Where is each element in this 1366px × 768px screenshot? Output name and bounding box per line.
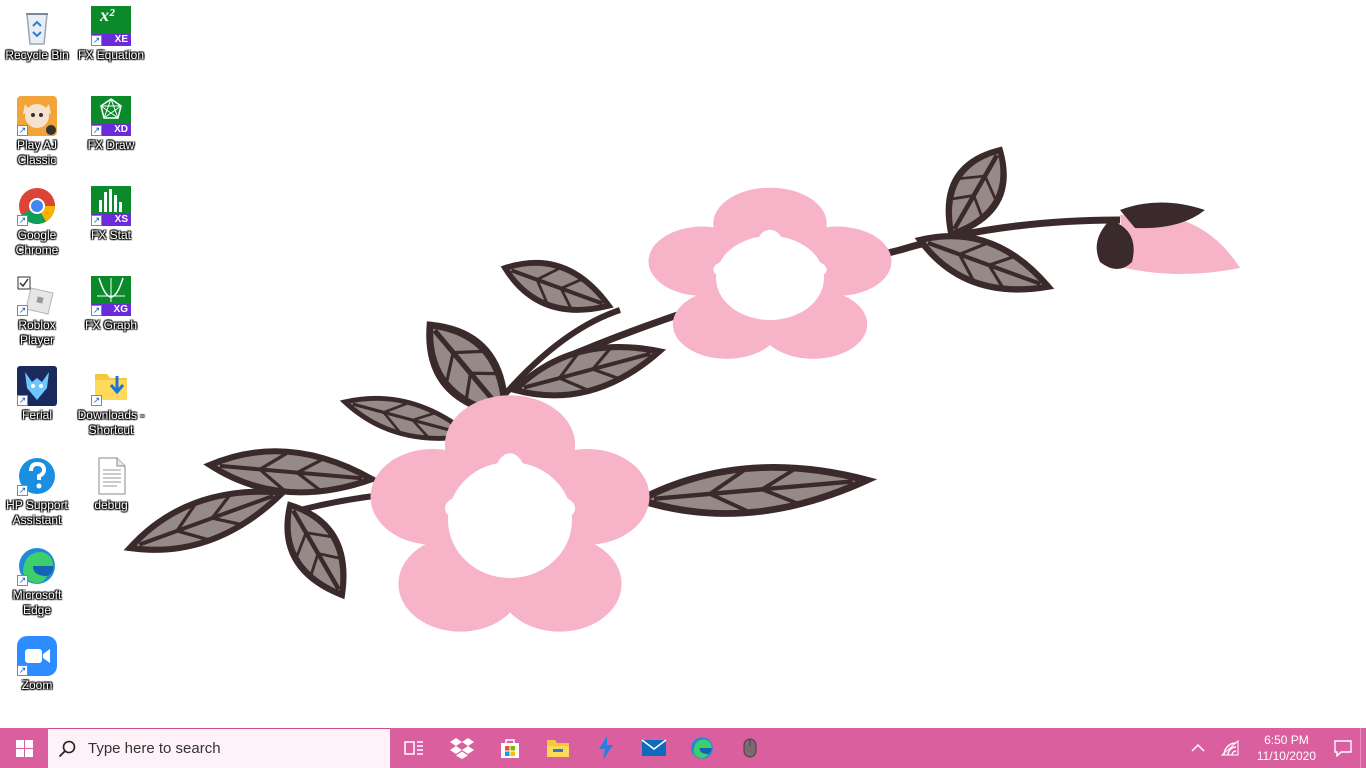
- ferial-icon: ↗: [17, 366, 57, 406]
- fx-draw-icon: XD ↗: [91, 96, 131, 136]
- animal-jam-icon: ↗: [17, 96, 57, 136]
- desktop[interactable]: Recycle Bin x² XE ↗ FX Equation ↗ Play A…: [0, 0, 1366, 728]
- dropbox-icon: [450, 738, 474, 759]
- desktop-icon-microsoft-edge[interactable]: ↗ Microsoft Edge: [0, 546, 74, 618]
- desktop-icon-fx-stat[interactable]: XS ↗ FX Stat: [74, 186, 148, 243]
- taskbar-mail[interactable]: [630, 728, 678, 768]
- desktop-icon-debug[interactable]: debug: [74, 456, 148, 513]
- taskbar: 6:50 PM 11/10/2020: [0, 728, 1366, 768]
- taskbar-dropbox[interactable]: [438, 728, 486, 768]
- desktop-icon-label: Play AJ Classic: [16, 138, 58, 167]
- folder-download-icon: ↗: [91, 366, 131, 406]
- search-icon: [58, 740, 76, 757]
- show-desktop-button[interactable]: [1360, 728, 1366, 768]
- desktop-icon-label: Roblox Player: [18, 318, 56, 347]
- desktop-icon-label: Downloads - Shortcut: [77, 408, 145, 437]
- shortcut-arrow-icon: ↗: [17, 485, 28, 496]
- desktop-icon-play-aj-classic[interactable]: ↗ Play AJ Classic: [0, 96, 74, 168]
- notification-icon: [1334, 739, 1352, 757]
- power-automate-icon: [599, 736, 613, 760]
- mouse-icon: [743, 738, 757, 758]
- desktop-icon-ferial[interactable]: ↗ Ferial: [0, 366, 74, 423]
- edge-icon: [691, 737, 713, 759]
- desktop-icon-google-chrome[interactable]: ↗ Google Chrome: [0, 186, 74, 258]
- task-view-button[interactable]: [390, 728, 438, 768]
- chrome-icon: ↗: [17, 186, 57, 226]
- network-button[interactable]: [1213, 728, 1247, 768]
- roblox-icon: ↗: [17, 276, 57, 316]
- notification-center-button[interactable]: [1326, 728, 1360, 768]
- taskbar-edge[interactable]: [678, 728, 726, 768]
- desktop-icon-label: Recycle Bin: [5, 48, 69, 62]
- zoom-icon: ↗: [17, 636, 57, 676]
- text-file-icon: [91, 456, 131, 496]
- start-button[interactable]: [0, 728, 48, 768]
- desktop-icon-hp-support-assistant[interactable]: ↗ HP Support Assistant: [0, 456, 74, 528]
- desktop-icon-downloads-shortcut[interactable]: ↗ Downloads - Shortcut: [74, 366, 148, 438]
- shortcut-arrow-icon: ↗: [17, 125, 28, 136]
- desktop-icon-label: Zoom: [21, 678, 53, 692]
- help-icon: ↗: [17, 456, 57, 496]
- shortcut-arrow-icon: ↗: [17, 215, 28, 226]
- desktop-icon-label: FX Equation: [77, 48, 145, 62]
- shortcut-arrow-icon: ↗: [17, 395, 28, 406]
- store-icon: [501, 739, 519, 758]
- mail-icon: [641, 739, 667, 756]
- shortcut-arrow-icon: ↗: [91, 395, 102, 406]
- desktop-icon-label: Ferial: [21, 408, 52, 422]
- taskbar-file-explorer[interactable]: [534, 728, 582, 768]
- desktop-icon-label: HP Support Assistant: [6, 498, 68, 527]
- search-input[interactable]: [86, 739, 380, 758]
- shortcut-arrow-icon: ↗: [17, 665, 28, 676]
- clock-date: 11/10/2020: [1256, 749, 1316, 763]
- wifi-icon: [1220, 740, 1239, 756]
- taskbar-search[interactable]: [48, 728, 390, 768]
- desktop-icon-recycle-bin[interactable]: Recycle Bin: [0, 6, 74, 63]
- fx-graph-icon: XG ↗: [91, 276, 131, 316]
- shortcut-arrow-icon: ↗: [17, 575, 28, 586]
- desktop-icon-fx-draw[interactable]: XD ↗ FX Draw: [74, 96, 148, 153]
- show-hidden-icons-button[interactable]: [1183, 728, 1213, 768]
- desktop-icon-fx-equation[interactable]: x² XE ↗ FX Equation: [74, 6, 148, 63]
- shortcut-arrow-icon: ↗: [91, 215, 102, 226]
- desktop-icon-zoom[interactable]: ↗ Zoom: [0, 636, 74, 693]
- shortcut-arrow-icon: ↗: [91, 125, 102, 136]
- task-view-icon: [404, 741, 423, 755]
- desktop-icon-roblox-player[interactable]: ↗ Roblox Player: [0, 276, 74, 348]
- shortcut-arrow-icon: ↗: [91, 305, 102, 316]
- desktop-icon-fx-graph[interactable]: XG ↗ FX Graph: [74, 276, 148, 333]
- clock-time: 6:50 PM: [1264, 733, 1309, 747]
- system-tray: 6:50 PM 11/10/2020: [1183, 728, 1366, 768]
- desktop-icon-label: debug: [94, 498, 128, 512]
- taskbar-power-automate[interactable]: [582, 728, 630, 768]
- taskbar-store[interactable]: [486, 728, 534, 768]
- fx-stat-icon: XS ↗: [91, 186, 131, 226]
- edge-icon: ↗: [17, 546, 57, 586]
- desktop-icon-label: FX Draw: [87, 138, 135, 152]
- desktop-icon-label: FX Stat: [90, 228, 131, 242]
- recycle-bin-icon: [17, 6, 57, 46]
- file-explorer-icon: [547, 740, 569, 757]
- windows-logo-icon: [15, 739, 33, 757]
- desktop-icon-label: FX Graph: [84, 318, 138, 332]
- shortcut-arrow-icon: ↗: [91, 35, 102, 46]
- chevron-up-icon: [1191, 743, 1205, 752]
- desktop-icon-label: Google Chrome: [15, 228, 59, 257]
- taskbar-mouse-app[interactable]: [726, 728, 774, 768]
- flower-wallpaper: [0, 0, 1240, 632]
- desktop-icon-label: Microsoft Edge: [12, 588, 62, 617]
- fx-equation-icon: x² XE ↗: [91, 6, 131, 46]
- taskbar-clock[interactable]: 6:50 PM 11/10/2020: [1247, 732, 1326, 764]
- shortcut-arrow-icon: ↗: [17, 305, 28, 316]
